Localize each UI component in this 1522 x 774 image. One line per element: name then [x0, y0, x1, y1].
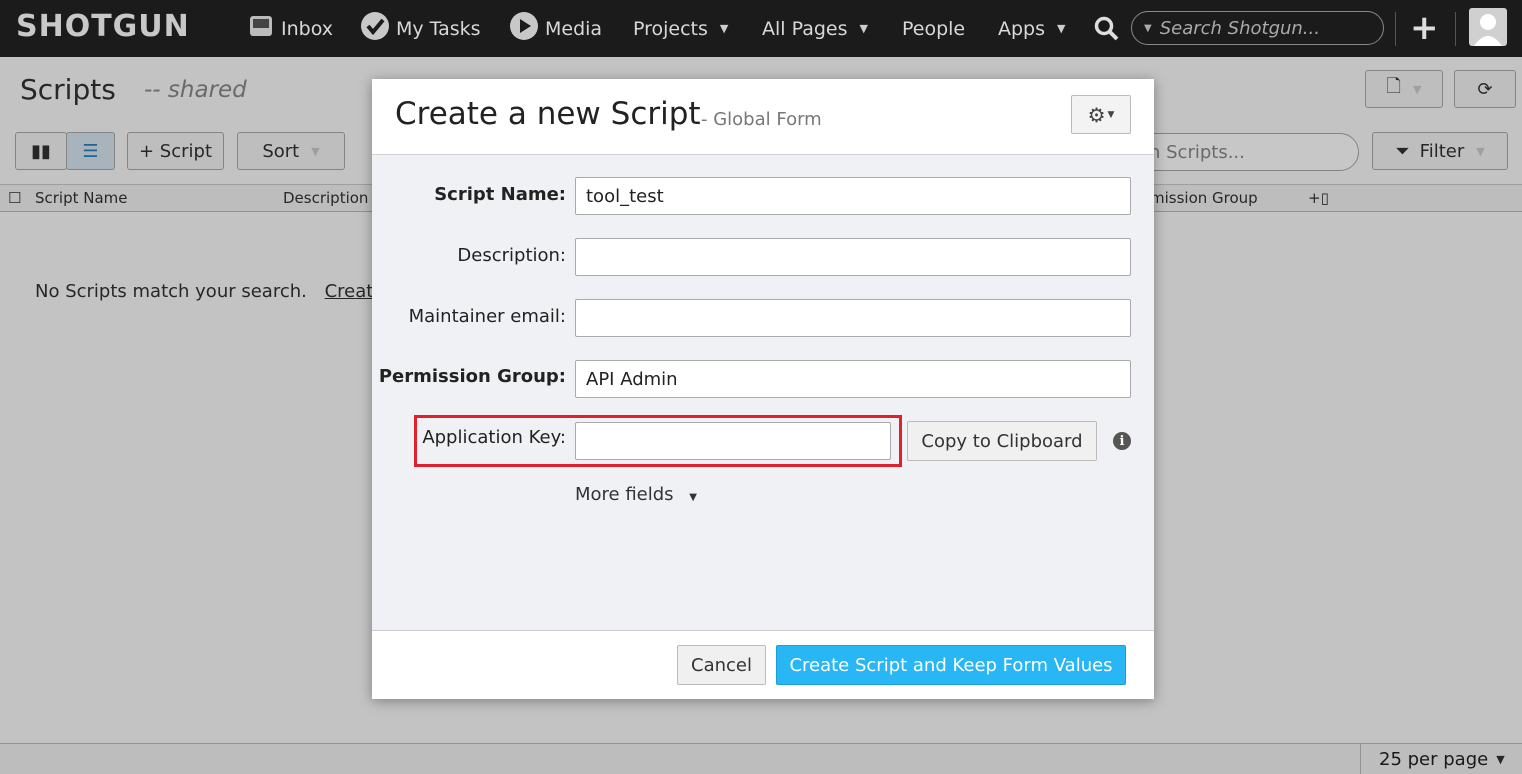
nav-all-pages[interactable]: All Pages ▼ [762, 0, 868, 57]
maintainer-email-input[interactable] [575, 299, 1131, 337]
dialog-footer: Cancel Create Script and Keep Form Value… [372, 630, 1154, 699]
nav-my-tasks-label: My Tasks [396, 17, 481, 40]
play-circle-icon [509, 11, 539, 46]
cancel-button[interactable]: Cancel [677, 645, 766, 685]
info-icon[interactable]: i [1113, 432, 1131, 450]
top-nav: SHOTGUN Inbox My Tasks Media Projects ▼ … [0, 0, 1522, 57]
nav-my-tasks[interactable]: My Tasks [360, 0, 481, 57]
caret-down-icon: ▼ [859, 22, 868, 35]
caret-down-icon: ▼ [1144, 22, 1152, 34]
form-settings-button[interactable]: ⚙ ▼ [1071, 95, 1131, 134]
description-label: Description: [457, 245, 566, 266]
inbox-icon [247, 13, 275, 44]
nav-inbox-label: Inbox [281, 17, 333, 40]
create-script-dialog: Create a new Script - Global Form ⚙ ▼ Sc… [372, 79, 1154, 699]
maintainer-email-label: Maintainer email: [408, 306, 566, 327]
search-icon[interactable] [1094, 0, 1120, 57]
shotgun-logo[interactable]: SHOTGUN [16, 9, 190, 44]
nav-media[interactable]: Media [509, 0, 602, 57]
dialog-title: Create a new Script [395, 96, 701, 132]
dialog-subtitle: - Global Form [701, 109, 822, 130]
nav-media-label: Media [545, 17, 603, 40]
nav-projects[interactable]: Projects ▼ [633, 0, 728, 57]
caret-down-icon: ▼ [1107, 109, 1115, 120]
more-fields-label: More fields [575, 484, 674, 505]
script-name-input[interactable]: tool_test [575, 177, 1131, 215]
global-search-input[interactable]: ▼ Search Shotgun... [1131, 11, 1384, 45]
script-name-label: Script Name: [434, 184, 566, 205]
permission-group-input[interactable]: API Admin [575, 360, 1131, 398]
create-script-button[interactable]: Create Script and Keep Form Values [776, 645, 1126, 685]
application-key-input[interactable] [575, 422, 891, 460]
caret-down-icon: ▼ [719, 22, 729, 35]
copy-to-clipboard-button[interactable]: Copy to Clipboard [907, 421, 1097, 461]
avatar[interactable] [1469, 8, 1507, 46]
description-input[interactable] [575, 238, 1131, 276]
add-icon[interactable]: + [1410, 8, 1439, 48]
check-circle-icon [360, 11, 390, 46]
more-fields-toggle[interactable]: More fields ▼ [575, 484, 697, 505]
nav-inbox[interactable]: Inbox [247, 0, 333, 57]
global-search-placeholder: Search Shotgun... [1159, 17, 1320, 39]
divider [1395, 12, 1396, 46]
caret-down-icon: ▼ [1057, 22, 1066, 35]
dialog-header: Create a new Script - Global Form ⚙ ▼ [372, 79, 1154, 155]
nav-apps-label: Apps [998, 17, 1046, 40]
application-key-label: Application Key: [422, 427, 566, 448]
nav-projects-label: Projects [633, 17, 708, 40]
nav-people-label: People [902, 17, 966, 40]
nav-people[interactable]: People [902, 0, 965, 57]
caret-down-icon: ▼ [689, 492, 697, 503]
permission-group-label: Permission Group: [378, 366, 566, 387]
gear-icon: ⚙ [1087, 102, 1106, 127]
nav-apps[interactable]: Apps ▼ [998, 0, 1066, 57]
divider [1455, 12, 1456, 46]
nav-all-pages-label: All Pages [762, 17, 848, 40]
